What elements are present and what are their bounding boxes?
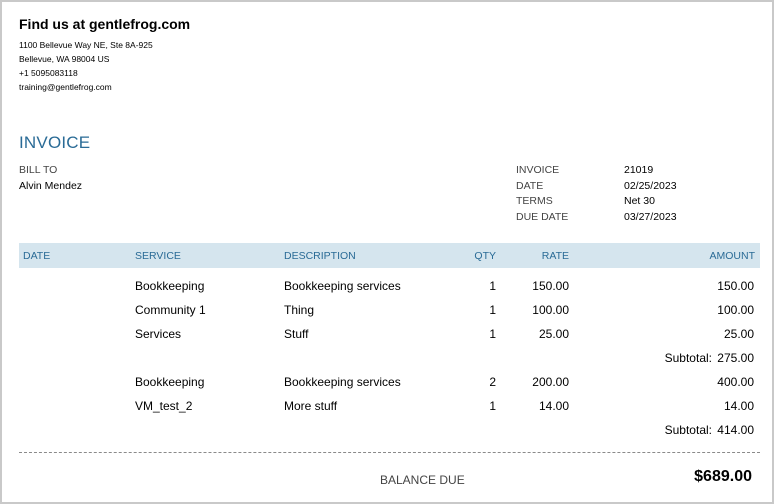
row-service: VM_test_2 bbox=[135, 399, 193, 413]
row-rate: 25.00 bbox=[538, 327, 569, 341]
row-description: Stuff bbox=[284, 327, 309, 341]
company-phone: +1 5095083118 bbox=[19, 68, 78, 78]
terms-value: Net 30 bbox=[624, 195, 655, 207]
subtotal-label: Subtotal: bbox=[664, 423, 712, 437]
row-rate: 14.00 bbox=[538, 399, 569, 413]
row-service: Bookkeeping bbox=[135, 375, 205, 389]
row-description: Bookkeeping services bbox=[284, 279, 401, 293]
row-service: Community 1 bbox=[135, 303, 206, 317]
row-description: Thing bbox=[284, 303, 315, 317]
bill-to-name: Alvin Mendez bbox=[19, 180, 83, 192]
due-date-value: 03/27/2023 bbox=[624, 211, 677, 223]
divider bbox=[19, 452, 760, 453]
invoice-number-label: INVOICE bbox=[516, 164, 560, 176]
row-rate: 200.00 bbox=[532, 375, 569, 389]
company-address-line1: 1100 Bellevue Way NE, Ste 8A-925 bbox=[19, 40, 153, 50]
company-email: training@gentlefrog.com bbox=[19, 82, 112, 92]
company-address-line2: Bellevue, WA 98004 US bbox=[19, 54, 110, 64]
subtotal-value: 414.00 bbox=[717, 423, 754, 437]
balance-due-label: BALANCE DUE bbox=[380, 473, 465, 487]
header-amount: AMOUNT bbox=[709, 250, 756, 262]
due-date-label: DUE DATE bbox=[516, 211, 569, 223]
invoice-date-value: 02/25/2023 bbox=[624, 180, 677, 192]
header-rate: RATE bbox=[541, 250, 569, 262]
row-qty: 1 bbox=[489, 303, 496, 317]
table-header: DATE SERVICE DESCRIPTION QTY RATE AMOUNT bbox=[19, 243, 760, 268]
invoice-title: INVOICE bbox=[19, 133, 91, 152]
header-description: DESCRIPTION bbox=[284, 250, 356, 262]
header-qty: QTY bbox=[474, 250, 496, 262]
header-service: SERVICE bbox=[135, 250, 181, 262]
row-qty: 2 bbox=[489, 375, 496, 389]
company-name: Find us at gentlefrog.com bbox=[19, 16, 191, 32]
invoice-date-label: DATE bbox=[516, 180, 544, 192]
terms-label: TERMS bbox=[516, 195, 553, 207]
row-service: Bookkeeping bbox=[135, 279, 205, 293]
row-qty: 1 bbox=[489, 327, 496, 341]
row-rate: 100.00 bbox=[532, 303, 569, 317]
row-amount: 100.00 bbox=[717, 303, 754, 317]
row-qty: 1 bbox=[489, 399, 496, 413]
subtotal-label: Subtotal: bbox=[664, 351, 712, 365]
subtotal-value: 275.00 bbox=[717, 351, 754, 365]
row-rate: 150.00 bbox=[532, 279, 569, 293]
row-amount: 14.00 bbox=[723, 399, 754, 413]
row-description: More stuff bbox=[284, 399, 338, 413]
row-qty: 1 bbox=[489, 279, 496, 293]
row-service: Services bbox=[135, 327, 182, 341]
invoice-document: Find us at gentlefrog.com 1100 Bellevue … bbox=[0, 0, 774, 504]
row-description: Bookkeeping services bbox=[284, 375, 401, 389]
row-amount: 25.00 bbox=[723, 327, 754, 341]
row-amount: 400.00 bbox=[717, 375, 754, 389]
row-amount: 150.00 bbox=[717, 279, 754, 293]
header-date: DATE bbox=[23, 250, 51, 262]
invoice-number-value: 21019 bbox=[624, 164, 654, 176]
balance-due-amount: $689.00 bbox=[694, 468, 752, 485]
bill-to-label: BILL TO bbox=[19, 164, 58, 176]
